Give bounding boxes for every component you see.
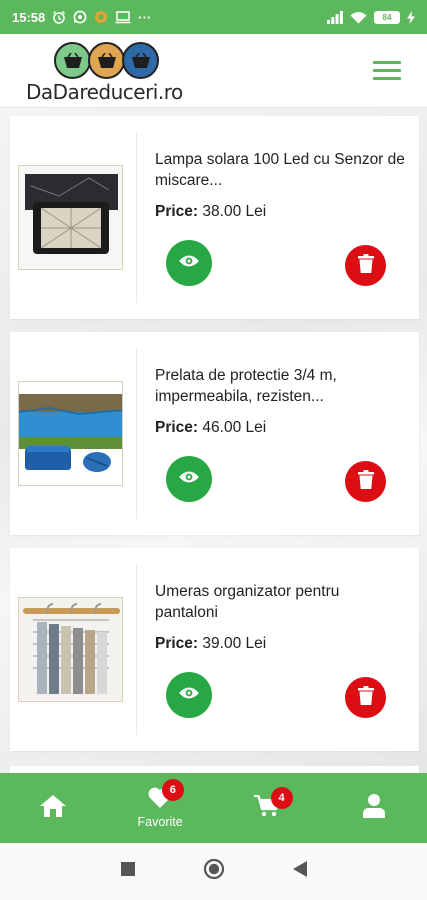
product-price: Price: 39.00 Lei <box>155 635 266 653</box>
trash-icon <box>357 253 374 278</box>
alarm-icon <box>52 10 66 24</box>
nav-account-button[interactable] <box>320 773 427 843</box>
trash-icon <box>357 469 374 494</box>
menu-line <box>373 77 401 80</box>
app-notification-icon <box>94 10 108 24</box>
hamburger-menu-button[interactable] <box>373 61 401 81</box>
nav-home-button[interactable] <box>0 773 107 843</box>
card-divider <box>136 348 137 519</box>
user-icon <box>362 793 385 823</box>
product-image[interactable] <box>18 597 123 702</box>
price-label: Price: <box>155 203 199 220</box>
price-value: 46.00 Lei <box>202 419 267 436</box>
remove-favorite-button[interactable] <box>345 461 386 502</box>
logo-baskets <box>54 42 159 79</box>
battery-indicator: 84 <box>374 10 400 24</box>
home-icon <box>40 794 67 822</box>
nav-cart-button[interactable]: 4 <box>214 773 321 843</box>
view-product-button[interactable] <box>166 672 212 718</box>
screen-cast-icon <box>115 10 131 24</box>
product-price: Price: 38.00 Lei <box>155 203 266 221</box>
price-label: Price: <box>155 419 199 436</box>
favorites-list[interactable]: Lampa solara 100 Led cu Senzor de miscar… <box>0 108 427 773</box>
product-image[interactable] <box>18 381 123 486</box>
eye-icon <box>178 470 200 489</box>
app-header: DaDareduceri.ro <box>0 34 427 108</box>
bottom-navigation: Favorite 6 4 <box>0 773 427 843</box>
favorites-count-badge: 6 <box>161 779 184 801</box>
charging-icon <box>407 10 415 24</box>
eye-icon <box>178 686 200 705</box>
nav-favorites-label: Favorite <box>137 815 183 829</box>
system-navigation-bar <box>0 843 427 900</box>
cart-count-badge: 4 <box>270 787 293 809</box>
product-price: Price: 46.00 Lei <box>155 419 266 437</box>
menu-line <box>373 69 401 72</box>
logo-text: DaDareduceri.ro <box>26 80 183 104</box>
more-notifications-icon: ··· <box>138 9 152 25</box>
status-time: 15:58 <box>12 9 46 25</box>
basket-icon <box>122 42 159 79</box>
product-title[interactable]: Prelata de protectie 3/4 m, impermeabila… <box>155 365 405 407</box>
price-label: Price: <box>155 635 199 652</box>
nav-favorites-button[interactable]: Favorite 6 <box>107 773 214 843</box>
wifi-icon <box>350 11 367 24</box>
product-card-partial[interactable] <box>10 766 419 773</box>
menu-line <box>373 61 401 64</box>
price-value: 39.00 Lei <box>202 635 267 652</box>
product-image[interactable] <box>18 165 123 270</box>
view-product-button[interactable] <box>166 240 212 286</box>
product-card[interactable]: Lampa solara 100 Led cu Senzor de miscar… <box>10 116 419 319</box>
back-triangle-icon[interactable] <box>292 861 307 882</box>
product-title[interactable]: Umeras organizator pentru pantaloni <box>155 581 405 623</box>
remove-favorite-button[interactable] <box>345 677 386 718</box>
card-divider <box>136 132 137 303</box>
signal-icon <box>327 10 343 24</box>
recent-apps-icon[interactable] <box>120 862 135 881</box>
view-product-button[interactable] <box>166 456 212 502</box>
eye-icon <box>178 254 200 273</box>
product-card[interactable]: Prelata de protectie 3/4 m, impermeabila… <box>10 332 419 535</box>
remove-favorite-button[interactable] <box>345 245 386 286</box>
whatsapp-icon <box>73 10 87 24</box>
product-title[interactable]: Lampa solara 100 Led cu Senzor de miscar… <box>155 149 405 191</box>
product-card[interactable]: Umeras organizator pentru pantaloni Pric… <box>10 548 419 751</box>
basket-icon <box>54 42 91 79</box>
price-value: 38.00 Lei <box>202 203 267 220</box>
status-bar: 15:58 ··· 84 <box>0 0 427 34</box>
brand-logo[interactable]: DaDareduceri.ro <box>26 42 206 104</box>
basket-icon <box>88 42 125 79</box>
card-divider <box>136 564 137 735</box>
home-circle-icon[interactable] <box>203 858 225 885</box>
trash-icon <box>357 685 374 710</box>
